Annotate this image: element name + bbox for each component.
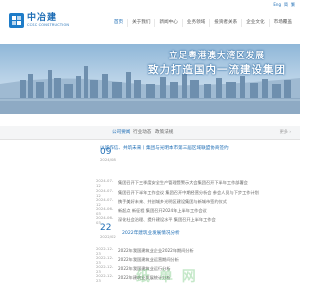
banner-slogan-line1: 立足粤港澳大湾区发展: [169, 51, 265, 61]
nav-item-culture[interactable]: 企业文化: [241, 19, 268, 27]
industry-analysis-item[interactable]: 22 2022/02 2022年建筑业发展情况分析: [100, 223, 290, 243]
company-logo[interactable]: 中冶建 CCSC CONSTRUCTION: [9, 13, 69, 28]
list-item-title[interactable]: 集团召开下半年工作会议 集团召开中期经营分析会 参会人员与下步工作计划: [118, 190, 259, 196]
logo-chinese-name: 中冶建: [27, 13, 58, 23]
list-item-title[interactable]: 集团召开下三季度安全生产管理暨警示大会集团召开下半年工作部署会: [118, 180, 248, 186]
more-link[interactable]: 更多 ›: [280, 129, 291, 135]
nav-item-about[interactable]: 关于我们: [127, 19, 154, 27]
lang-english-link[interactable]: Eng: [273, 2, 281, 8]
nav-item-news[interactable]: 新闻中心: [154, 19, 181, 27]
tab-industry-news[interactable]: 行业动态: [133, 129, 151, 135]
featured-news[interactable]: 09 2024/08 以诚作信、共筑未来丨集团与光明本市第三届区域联盟协商签约: [100, 145, 290, 175]
list-item[interactable]: 2024-07-12 集团召开下三季度安全生产管理暨警示大会集团召开下半年工作部…: [96, 178, 292, 188]
tab-company-news[interactable]: 公司要闻: [112, 129, 130, 135]
logo-mark-icon: [9, 13, 24, 28]
list-item-title[interactable]: 2022年我国建筑业企业2022年期间分析: [118, 248, 194, 254]
list-item-title[interactable]: 2022年我国建筑业运营期间分析: [118, 257, 179, 263]
watermark-text: 纸 单 网: [136, 269, 198, 285]
news-tabs: 公司要闻 行业动态 政策法规 更多 ›: [0, 126, 300, 140]
list-item-date: 2024-07-12: [96, 178, 114, 188]
nav-item-market[interactable]: 市场覆盖: [268, 19, 296, 27]
featured-title[interactable]: 以诚作信、共筑未来丨集团与光明本市第三届区域联盟协商签约: [100, 145, 229, 151]
list-item-date: 2022-12-23: [96, 273, 114, 283]
tab-policy[interactable]: 政策法规: [155, 129, 173, 135]
lang-simplified-link[interactable]: 简: [284, 2, 288, 8]
hero-banner: 立足粤港澳大湾区发展 致力打造国内一流建设集团: [0, 44, 300, 114]
banner-slogan-line2: 致力打造国内一流建设集团: [148, 64, 286, 76]
nav-item-home[interactable]: 首页: [110, 19, 127, 27]
main-nav: 首页 关于我们 新闻中心 业务领域 投资者关系 企业文化 市场覆盖: [110, 19, 296, 27]
section2-day: 22: [100, 223, 112, 233]
featured-year-month: 2024/08: [100, 157, 116, 162]
list-item-title[interactable]: 新起点 新征程 集团召开2024年上半年工作会议: [118, 208, 207, 214]
logo-english-name: CCSC CONSTRUCTION: [27, 23, 70, 27]
nav-item-investors[interactable]: 投资者关系: [209, 19, 241, 27]
section2-title[interactable]: 2022年建筑业发展情况分析: [122, 230, 180, 236]
list-item-title[interactable]: 携手美好未来、共创城乡光明区建设集团与新城市签约仪式: [118, 199, 227, 205]
nav-item-business[interactable]: 业务领域: [181, 19, 209, 27]
language-links: Eng 简 繁: [273, 2, 295, 8]
site-header: 中冶建 CCSC CONSTRUCTION Eng 简 繁 首页 关于我们 新闻…: [0, 0, 300, 44]
section2-year-month: 2022/02: [100, 234, 116, 239]
lang-traditional-link[interactable]: 繁: [291, 2, 295, 8]
